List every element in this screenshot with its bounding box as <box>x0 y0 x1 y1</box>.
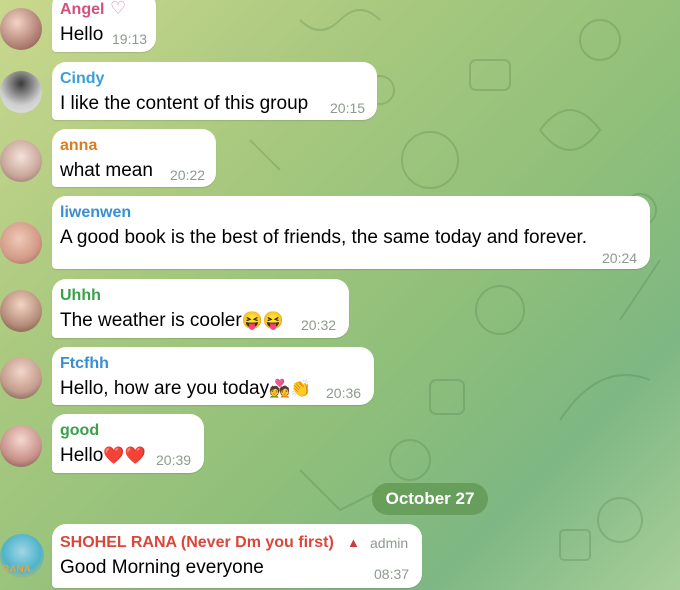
message-bubble[interactable]: liwenwen A good book is the best of frie… <box>52 196 650 269</box>
sender-name[interactable]: Uhhh <box>60 287 101 305</box>
message-time: 20:32 <box>301 317 337 333</box>
message-time: 20:36 <box>326 385 362 401</box>
sender-name[interactable]: good <box>60 422 99 440</box>
message-text: Good Morning everyone <box>60 557 264 578</box>
emoji-icon: 💑👏 <box>269 379 312 398</box>
emoji-icon: 😝😝 <box>241 311 284 330</box>
message-time: 19:13 <box>112 31 148 47</box>
date-separator: October 27 <box>372 483 488 515</box>
message-text: I like the content of this group <box>60 93 309 114</box>
message-text: The weather is cooler😝😝 <box>60 310 284 331</box>
message-text: Hello❤️❤️ <box>60 445 146 466</box>
message-text: Hello, how are you today💑👏 <box>60 378 312 399</box>
avatar[interactable]: RANA <box>0 534 44 578</box>
message-bubble[interactable]: Uhhh The weather is cooler😝😝 20:32 <box>52 279 349 338</box>
message-text: Hello <box>60 24 104 45</box>
message-bubble[interactable]: Angel ♡ Hello 19:13 <box>52 0 156 52</box>
heart-badge-icon: ♡ <box>110 0 127 18</box>
message-bubble[interactable]: Ftcfhh Hello, how are you today💑👏 20:36 <box>52 347 374 405</box>
message-time: 20:22 <box>170 167 206 183</box>
message-bubble[interactable]: good Hello❤️❤️ 20:39 <box>52 414 204 473</box>
sender-name[interactable]: Ftcfhh <box>60 355 109 373</box>
sender-name[interactable]: SHOHEL RANA (Never Dm you first) <box>60 534 334 552</box>
avatar[interactable] <box>0 140 42 182</box>
message-bubble[interactable]: anna what mean 20:22 <box>52 129 216 187</box>
message-time: 08:37 <box>374 566 410 582</box>
avatar[interactable] <box>0 290 42 332</box>
sender-name[interactable]: liwenwen <box>60 204 131 222</box>
avatar[interactable] <box>0 71 42 113</box>
admin-badge: admin <box>370 535 409 551</box>
message-text: A good book is the best of friends, the … <box>60 227 588 248</box>
avatar[interactable] <box>0 357 42 399</box>
message-time: 20:39 <box>156 452 192 468</box>
message-bubble[interactable]: SHOHEL RANA (Never Dm you first) ▲ admin… <box>52 524 422 588</box>
message-time: 20:24 <box>602 250 638 266</box>
sender-name[interactable]: Angel <box>60 1 104 19</box>
avatar[interactable] <box>0 8 42 50</box>
message-bubble[interactable]: Cindy I like the content of this group 2… <box>52 62 377 120</box>
sender-name[interactable]: anna <box>60 137 97 155</box>
emoji-icon: ❤️❤️ <box>103 446 146 465</box>
message-time: 20:15 <box>330 100 366 116</box>
avatar-label: RANA <box>2 564 31 575</box>
avatar[interactable] <box>0 425 42 467</box>
sender-name[interactable]: Cindy <box>60 70 104 88</box>
avatar[interactable] <box>0 222 42 264</box>
message-text: what mean <box>60 160 153 181</box>
pin-icon: ▲ <box>347 535 360 550</box>
